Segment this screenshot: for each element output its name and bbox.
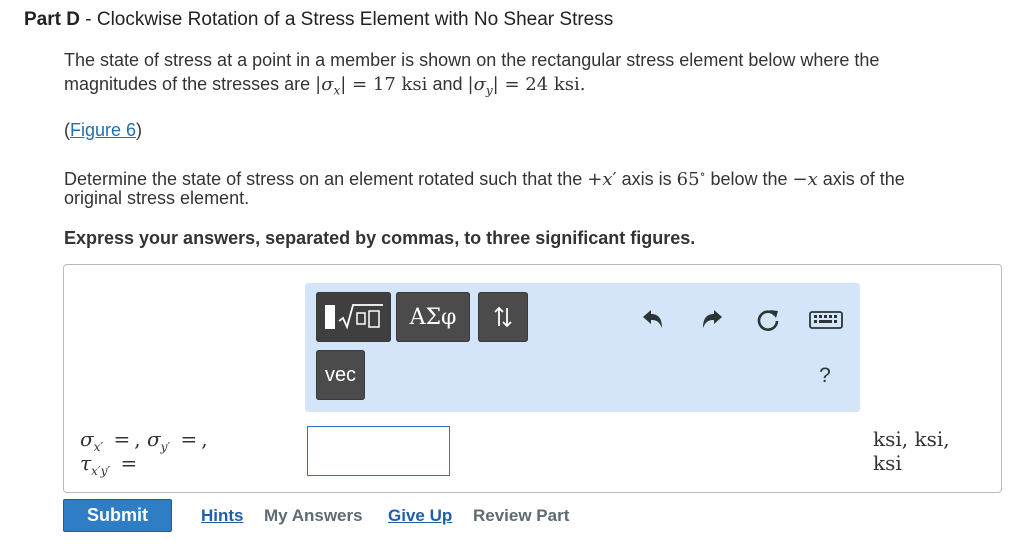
intro-and: and [427,74,468,94]
problem-intro-line-1: The state of stress at a point in a memb… [64,50,880,70]
greek-symbols-button[interactable]: ΑΣφ [396,292,470,342]
units-line-1: ksi, ksi, [873,427,950,451]
sigma-x-value: = 17 ksi [352,74,428,95]
part-label: Part D [24,9,80,30]
answer-variables-line-2: τx′y′ = [80,451,138,478]
units-line-2: ksi [873,451,902,475]
up-down-arrows-icon [494,306,512,328]
keyboard-button[interactable] [808,308,844,332]
part-separator: - [79,9,97,30]
neg-x-axis-symbol: −x [792,169,818,190]
task-text-b: axis is [616,169,677,189]
submit-button[interactable]: Submit [63,499,172,532]
hints-link[interactable]: Hints [201,506,244,526]
vec-button[interactable]: vec [316,350,365,400]
problem-intro-line-2: magnitudes of the stresses are |σx| = 17… [64,72,586,103]
redo-button[interactable] [697,305,727,333]
task-text-c: below the [705,169,793,189]
sigma-y-value: = 24 ksi. [504,74,586,95]
templates-icon [324,304,383,330]
figure-link-line: (Figure 6) [64,120,143,140]
my-answers-link[interactable]: My Answers [264,506,363,526]
redo-icon [703,310,722,328]
answer-input[interactable] [307,426,450,476]
task-text-d: axis of the [817,169,905,189]
x-prime-axis-symbol: +x′ [587,169,617,190]
part-heading: Clockwise Rotation of a Stress Element w… [96,9,614,30]
sort-arrows-button[interactable] [478,292,528,342]
help-button[interactable]: ? [813,363,837,389]
sigma-y-abs: |σy| [467,74,505,98]
templates-button[interactable] [316,292,391,342]
reset-button[interactable] [753,305,783,335]
task-angle: 65∘ [676,167,706,190]
undo-icon [643,310,662,328]
review-part-link[interactable]: Review Part [473,506,569,526]
part-title: Part D - Clockwise Rotation of a Stress … [24,9,613,31]
answer-variables-line-1: σx′ =, σy′ =, [80,427,208,454]
intro-text: magnitudes of the stresses are [64,74,316,94]
sigma-x-abs: |σx| [315,74,353,98]
keyboard-icon [809,311,843,329]
task-line-2: original stress element. [64,188,250,208]
figure-link[interactable]: Figure 6 [70,120,136,140]
undo-button[interactable] [638,305,668,333]
give-up-link[interactable]: Give Up [388,506,452,526]
instruction-text: Express your answers, separated by comma… [64,228,696,248]
reset-icon [757,310,779,331]
